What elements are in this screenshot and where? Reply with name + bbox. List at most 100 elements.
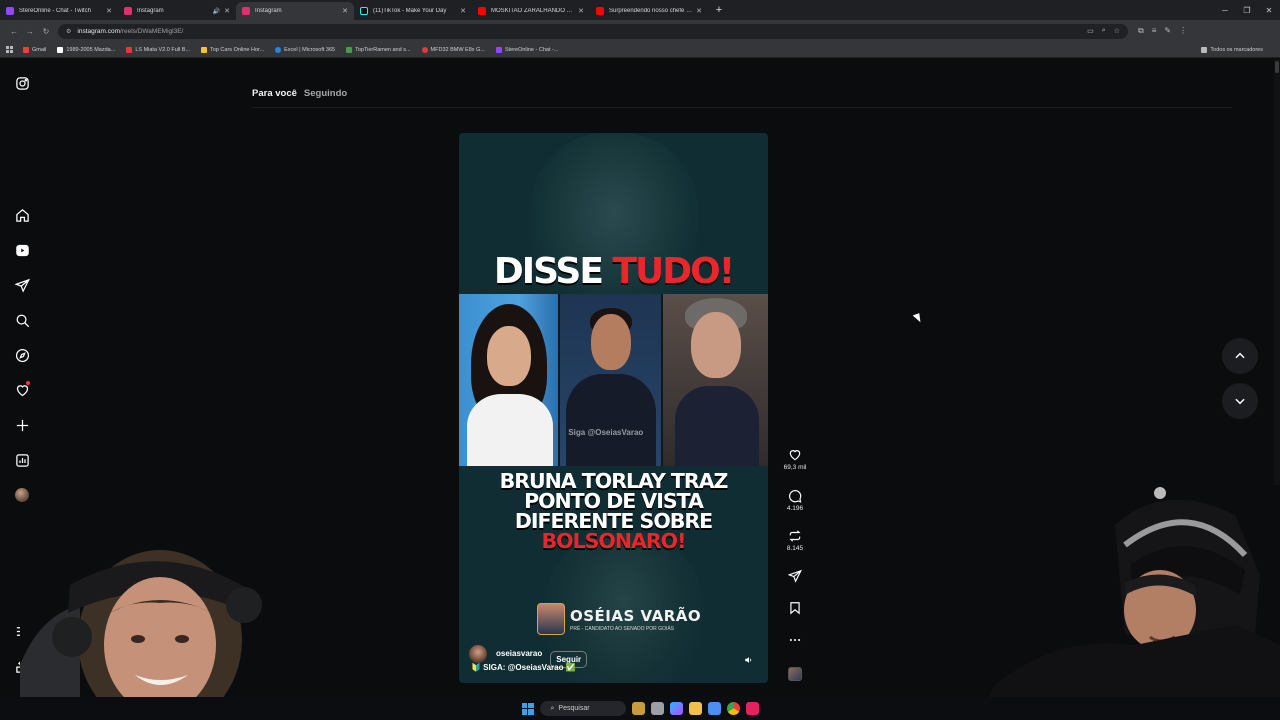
author-avatar[interactable] bbox=[469, 644, 487, 663]
home-icon[interactable] bbox=[13, 206, 31, 224]
chevron-up-icon bbox=[1235, 352, 1245, 359]
twitch-icon bbox=[6, 7, 14, 15]
copilot-icon[interactable] bbox=[669, 702, 683, 715]
bookmark-excel[interactable]: Excel | Microsoft 365 bbox=[275, 46, 335, 53]
share-icon[interactable] bbox=[788, 569, 802, 583]
bookmark-icon[interactable] bbox=[788, 601, 802, 615]
notification-dot bbox=[26, 381, 30, 385]
like-count: 69,3 mil bbox=[783, 464, 807, 471]
close-icon[interactable]: ✕ bbox=[696, 7, 702, 15]
windows-taskbar: ⌕ Pesquisar bbox=[0, 697, 1280, 720]
all-bookmarks[interactable]: Todos os marcadores bbox=[1201, 46, 1263, 53]
share-action bbox=[782, 569, 808, 583]
reload-icon[interactable]: ↻ bbox=[38, 23, 54, 39]
forward-icon[interactable]: → bbox=[22, 23, 38, 39]
speaker-icon[interactable]: 🔊 bbox=[213, 8, 220, 15]
save-action bbox=[782, 601, 808, 615]
menu-icon[interactable]: ⋮ bbox=[1179, 26, 1187, 36]
address-bar[interactable]: ⚙ instagram.com/reels/DWaMEMigl3E/ ▭ ⌕ ☆ bbox=[58, 23, 1128, 39]
bookmark-label: StereOnline - Chat -... bbox=[504, 46, 559, 53]
maximize-icon[interactable]: ❐ bbox=[1236, 0, 1258, 20]
close-icon[interactable]: ✕ bbox=[460, 7, 466, 15]
cast-icon[interactable]: ▭ bbox=[1087, 27, 1094, 35]
extensions-icon[interactable]: ⧉ bbox=[1138, 26, 1144, 36]
notifications-heart-icon[interactable] bbox=[13, 381, 31, 399]
media-icon[interactable]: ≡ bbox=[1152, 26, 1157, 36]
widgets-icon[interactable] bbox=[631, 702, 645, 715]
minimize-icon[interactable]: ─ bbox=[1214, 0, 1236, 20]
audio-action bbox=[782, 667, 808, 681]
chevron-down-icon bbox=[1235, 398, 1245, 405]
site-info-icon[interactable]: ⚙ bbox=[66, 28, 71, 35]
back-icon[interactable]: ← bbox=[6, 23, 22, 39]
dashboard-icon[interactable] bbox=[13, 451, 31, 469]
reel-video[interactable]: DISSE TUDO! Siga @OseiasVarao BRUNA TORL… bbox=[459, 133, 768, 683]
folder-icon bbox=[1201, 46, 1208, 53]
divider bbox=[252, 107, 1232, 108]
heart-icon[interactable] bbox=[788, 448, 802, 462]
body-line: BRUNA TORLAY TRAZ bbox=[499, 469, 729, 493]
body-line: DIFERENTE SOBRE bbox=[514, 509, 713, 533]
search-icon[interactable] bbox=[13, 311, 31, 329]
man-photo: Siga @OseiasVarao bbox=[560, 294, 661, 466]
close-icon[interactable]: ✕ bbox=[342, 7, 348, 15]
close-icon[interactable]: ✕ bbox=[106, 7, 112, 15]
tab-following[interactable]: Seguindo bbox=[304, 88, 347, 99]
chrome-icon[interactable] bbox=[726, 702, 740, 715]
tab-twitch[interactable]: StereOnline - Chat - Twitch ✕ bbox=[0, 2, 118, 20]
app-icon[interactable] bbox=[745, 702, 759, 715]
new-tab-button[interactable]: + bbox=[712, 3, 726, 17]
messages-icon[interactable] bbox=[13, 276, 31, 294]
author-name[interactable]: oseiasvarao bbox=[496, 649, 542, 658]
bookmark-bmw[interactable]: MFD32 BMW E8x G... bbox=[421, 46, 485, 53]
close-icon[interactable]: ✕ bbox=[578, 7, 584, 15]
headline-red: TUDO! bbox=[612, 251, 735, 292]
photo-strip: Siga @OseiasVarao bbox=[459, 294, 768, 466]
tab-instagram-1[interactable]: Instagram 🔊 ✕ bbox=[118, 2, 236, 20]
close-window-icon[interactable]: ✕ bbox=[1258, 0, 1280, 20]
create-plus-icon[interactable] bbox=[13, 416, 31, 434]
tab-for-you[interactable]: Para você bbox=[252, 88, 297, 99]
instagram-logo-icon[interactable] bbox=[13, 74, 31, 92]
apps-icon[interactable] bbox=[6, 46, 13, 53]
windows-start-icon[interactable] bbox=[521, 702, 534, 715]
bookmark-miata[interactable]: LS Miata V2.0 Full B... bbox=[126, 46, 190, 53]
url-path: /reels/DWaMEMigl3E/ bbox=[120, 27, 184, 35]
taskbar-search[interactable]: ⌕ Pesquisar bbox=[539, 701, 626, 716]
tab-instagram-2[interactable]: Instagram ✕ bbox=[236, 2, 354, 20]
star-icon[interactable]: ☆ bbox=[1114, 27, 1120, 35]
bookmark-ramen[interactable]: TopTierRamen and s... bbox=[346, 46, 411, 53]
repost-icon[interactable] bbox=[788, 529, 802, 543]
reels-icon[interactable] bbox=[13, 241, 31, 259]
audio-thumbnail[interactable] bbox=[788, 667, 802, 681]
headline-white: DISSE bbox=[493, 251, 604, 292]
bookmark-twitch[interactable]: StereOnline - Chat -... bbox=[495, 46, 559, 53]
edit-icon[interactable]: ✎ bbox=[1164, 26, 1171, 36]
store-icon[interactable] bbox=[707, 702, 721, 715]
previous-reel-button[interactable] bbox=[1222, 338, 1258, 374]
task-view-icon[interactable] bbox=[650, 702, 664, 715]
youtube-icon bbox=[126, 46, 133, 53]
tiktok-icon bbox=[360, 7, 368, 15]
volume-icon[interactable] bbox=[742, 653, 756, 667]
instagram-icon bbox=[242, 7, 250, 15]
explore-icon[interactable] bbox=[13, 346, 31, 364]
file-explorer-icon[interactable] bbox=[688, 702, 702, 715]
tab-title: MOSKITAO ZARALHANDO AS ... bbox=[491, 8, 575, 14]
more-options-icon[interactable] bbox=[788, 633, 802, 647]
tab-youtube-1[interactable]: MOSKITAO ZARALHANDO AS ... ✕ bbox=[472, 2, 590, 20]
tab-tiktok[interactable]: (11)TikTok - Make Your Day ✕ bbox=[354, 2, 472, 20]
repost-action: 8.145 bbox=[782, 529, 808, 552]
tab-youtube-2[interactable]: Surpreendendo nosso chefe co... ✕ bbox=[590, 2, 708, 20]
bookmarks-bar: Gmail 1989-2005 Mazda... LS Miata V2.0 F… bbox=[0, 42, 1280, 58]
bookmark-gmail[interactable]: Gmail bbox=[23, 46, 46, 53]
next-reel-button[interactable] bbox=[1222, 383, 1258, 419]
page-icon bbox=[57, 46, 64, 53]
bookmark-topcars[interactable]: Top Cars Online Hor... bbox=[201, 46, 264, 53]
close-icon[interactable]: ✕ bbox=[224, 7, 230, 15]
comment-icon[interactable] bbox=[788, 489, 802, 503]
profile-avatar[interactable] bbox=[13, 486, 31, 504]
zoom-icon[interactable]: ⌕ bbox=[1102, 27, 1106, 35]
tab-title: Instagram bbox=[137, 8, 164, 14]
bookmark-mazda[interactable]: 1989-2005 Mazda... bbox=[57, 46, 115, 53]
